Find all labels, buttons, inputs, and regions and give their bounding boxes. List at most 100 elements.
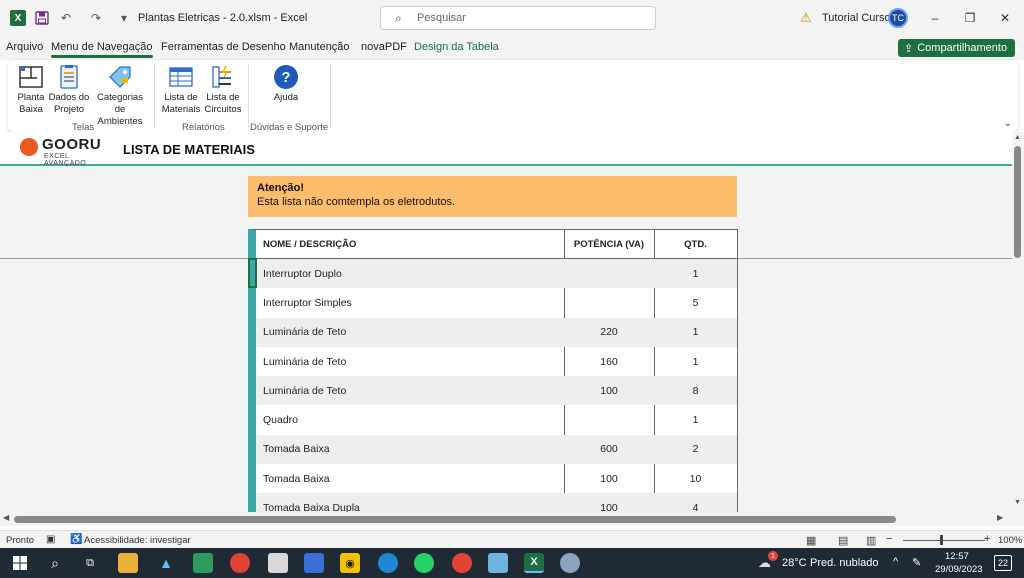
clock-date[interactable]: 29/09/2023 (935, 564, 983, 575)
app-blue-icon[interactable] (304, 553, 324, 573)
app-photo-icon[interactable] (268, 553, 288, 573)
tab-menu-navegacao[interactable]: Menu de Navegação (51, 41, 153, 58)
cell-potencia[interactable]: 100 (564, 376, 654, 405)
cell-qtd[interactable]: 8 (654, 376, 737, 405)
lista-materiais-button[interactable]: Lista de Materiais (161, 64, 201, 116)
undo-icon[interactable]: ↶ (58, 10, 74, 26)
cell-nome[interactable]: Tomada Baixa Dupla (263, 493, 563, 512)
tab-manutencao[interactable]: Manutenção (289, 41, 350, 53)
save-icon[interactable] (34, 10, 50, 26)
vertical-scroll-thumb[interactable] (1014, 146, 1021, 258)
normal-view-icon[interactable]: ▦ (806, 534, 816, 547)
horizontal-scroll-thumb[interactable] (14, 516, 896, 523)
cell-potencia[interactable]: 100 (564, 493, 654, 512)
scroll-left-icon[interactable]: ◀ (3, 513, 9, 522)
dados-projeto-label-2: Projeto (53, 104, 85, 115)
cell-nome[interactable]: Tomada Baixa (263, 435, 563, 464)
cell-potencia[interactable] (564, 406, 654, 435)
cell-nome[interactable]: Interruptor Duplo (263, 259, 563, 288)
dados-projeto-button[interactable]: Dados do Projeto (48, 64, 90, 116)
close-button[interactable]: ✕ (990, 6, 1020, 30)
cell-qtd[interactable]: 1 (654, 259, 737, 288)
account-name[interactable]: Tutorial Cursos (822, 12, 896, 24)
share-button[interactable]: ⇪ Compartilhamento ▾ (898, 39, 1019, 57)
cell-potencia[interactable]: 600 (564, 435, 654, 464)
categorias-ambientes-button[interactable]: Categorias de Ambientes (92, 64, 148, 128)
page-layout-view-icon[interactable]: ▤ (838, 534, 848, 547)
tab-design-tabela[interactable]: Design da Tabela (414, 41, 499, 53)
cell-qtd[interactable]: 1 (654, 406, 737, 435)
avatar[interactable]: TC (888, 8, 908, 28)
lista-circuitos-button[interactable]: Lista de Circuitos (203, 64, 243, 116)
cell-nome[interactable]: Quadro (263, 406, 563, 435)
ribbon-collapse-icon[interactable]: ⌄ (1004, 118, 1012, 129)
chrome-profile-icon[interactable] (452, 553, 472, 573)
tab-arquivo[interactable]: Arquivo (6, 41, 43, 53)
zoom-out-icon[interactable]: − (886, 533, 892, 545)
cell-qtd[interactable]: 1 (654, 318, 737, 347)
scroll-right-icon[interactable]: ▶ (997, 513, 1003, 522)
column-header-potencia[interactable]: POTÊNCIA (VA) (564, 239, 654, 250)
weather-temperature[interactable]: 28°C (782, 557, 807, 569)
zoom-level[interactable]: 100% (998, 535, 1022, 546)
vertical-scrollbar[interactable]: ▲ ▼ (1012, 132, 1024, 512)
cell-qtd[interactable]: 1 (654, 347, 737, 376)
accessibility-status[interactable]: Acessibilidade: investigar (84, 535, 191, 546)
zoom-slider[interactable] (903, 540, 985, 541)
excel-taskbar-icon[interactable]: X (524, 553, 544, 573)
cell-qtd[interactable]: 5 (654, 288, 737, 317)
cell-qtd[interactable]: 4 (654, 493, 737, 512)
edge-icon[interactable] (378, 553, 398, 573)
cell-potencia[interactable]: 220 (564, 318, 654, 347)
cell-potencia[interactable] (564, 288, 654, 317)
clock-time[interactable]: 12:57 (945, 551, 969, 562)
taskbar-search-icon[interactable]: ⌕ (45, 553, 65, 573)
column-header-qtd[interactable]: QTD. (654, 239, 737, 250)
page-break-view-icon[interactable]: ▥ (866, 534, 876, 547)
chrome-icon[interactable] (230, 553, 250, 573)
notifications-button[interactable]: 22 (994, 555, 1012, 571)
minimize-button[interactable]: – (920, 6, 950, 30)
cell-potencia[interactable] (564, 259, 654, 288)
planta-baixa-button[interactable]: Planta Baixa (14, 64, 48, 116)
cell-nome[interactable]: Luminária de Teto (263, 376, 563, 405)
quick-access-more-icon[interactable]: ▾ (116, 10, 132, 26)
warning-icon[interactable]: ⚠ (800, 10, 812, 26)
windows-start-icon[interactable] (10, 553, 30, 573)
redo-icon[interactable]: ↷ (88, 10, 104, 26)
active-cell-selection[interactable] (248, 258, 257, 288)
cell-nome[interactable]: Interruptor Simples (263, 288, 563, 317)
column-header-nome[interactable]: NOME / DESCRIÇÃO (263, 239, 356, 250)
ajuda-button[interactable]: ? Ajuda (270, 64, 302, 104)
zoom-slider-thumb[interactable] (940, 535, 943, 545)
cell-nome[interactable]: Tomada Baixa (263, 464, 563, 493)
app-settings-icon[interactable] (560, 553, 580, 573)
accessibility-icon[interactable]: ♿ (70, 534, 82, 545)
tab-ferramentas-desenho[interactable]: Ferramentas de Desenho (161, 41, 286, 53)
macro-record-icon[interactable]: ▣ (46, 534, 55, 545)
cell-potencia[interactable]: 160 (564, 347, 654, 376)
scroll-down-icon[interactable]: ▼ (1014, 499, 1021, 506)
zoom-in-icon[interactable]: + (984, 533, 990, 545)
task-view-icon[interactable]: ⧉ (80, 553, 100, 573)
app-triangle-icon[interactable]: ▲ (156, 553, 176, 573)
cell-nome[interactable]: Luminária de Teto (263, 347, 563, 376)
app-green-icon[interactable] (193, 553, 213, 573)
app-notes-icon[interactable] (488, 553, 508, 573)
restore-button[interactable]: ❐ (955, 6, 985, 30)
cell-potencia[interactable]: 100 (564, 464, 654, 493)
cell-nome[interactable]: Luminária de Teto (263, 318, 563, 347)
search-input[interactable]: ⌕ Pesquisar (380, 6, 656, 30)
app-yellow-icon[interactable]: ◉ (340, 553, 360, 573)
pen-icon[interactable]: ✎ (912, 556, 921, 569)
weather-description[interactable]: Pred. nublado (810, 557, 879, 569)
scroll-up-icon[interactable]: ▲ (1014, 134, 1021, 141)
tray-chevron-up-icon[interactable]: ^ (893, 556, 898, 568)
worksheet[interactable]: GOORU EXCEL AVANÇADO LISTA DE MATERIAIS … (0, 132, 1012, 512)
tab-novapdf[interactable]: novaPDF (361, 41, 407, 53)
whatsapp-icon[interactable] (414, 553, 434, 573)
horizontal-scrollbar[interactable]: ◀ ▶ (0, 512, 1024, 526)
cell-qtd[interactable]: 2 (654, 435, 737, 464)
file-explorer-icon[interactable] (118, 553, 138, 573)
cell-qtd[interactable]: 10 (654, 464, 737, 493)
